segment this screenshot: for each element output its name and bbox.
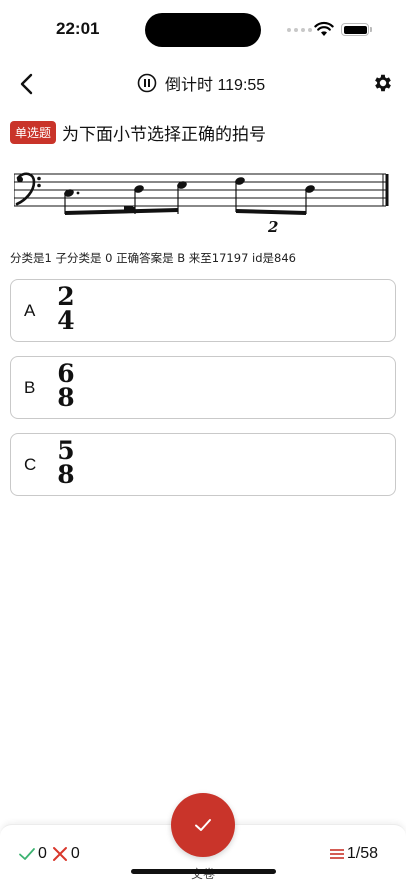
countdown-timer[interactable]: 倒计时 119:55 (137, 71, 265, 95)
ts-denominator: 8 (57, 383, 75, 412)
music-staff: 2 (14, 172, 389, 236)
status-bar: 22:01 (0, 0, 406, 58)
signal-icon (287, 28, 312, 32)
question-header: 单选题 为下面小节选择正确的拍号 (10, 120, 266, 145)
time-signature: 6 8 (53, 361, 79, 412)
nav-bar: 倒计时 119:55 (0, 66, 406, 102)
time-signature: 5 8 (53, 438, 79, 489)
correct-count: 0 (38, 845, 47, 862)
wrong-count: 0 (70, 845, 80, 862)
ts-denominator: 4 (57, 306, 75, 335)
time-signature: 2 4 (53, 284, 79, 335)
ts-denominator: 8 (57, 460, 75, 489)
option-a[interactable]: A 2 4 (10, 279, 396, 342)
option-c[interactable]: C 5 8 (10, 433, 396, 496)
option-letter: C (24, 454, 37, 474)
pause-icon[interactable] (137, 73, 157, 93)
list-icon (329, 849, 344, 859)
progress-label: 1/58 (346, 845, 378, 862)
status-time: 22:01 (56, 19, 100, 38)
back-chevron-icon[interactable] (14, 70, 42, 98)
question-type-badge: 单选题 (10, 121, 57, 144)
question-list-button[interactable]: 1/58 (329, 845, 378, 863)
dynamic-island (145, 13, 261, 47)
battery-icon (341, 23, 372, 36)
bass-clef-icon (15, 172, 41, 206)
home-indicator (131, 869, 276, 874)
check-icon (195, 819, 211, 831)
tuplet-number: 2 (267, 218, 278, 236)
check-icon (19, 848, 35, 860)
wifi-icon (314, 21, 334, 36)
gear-icon[interactable] (372, 72, 394, 94)
timer-label: 倒计时 119:55 (165, 77, 266, 94)
answer-info: 分类是1 子分类是 0 正确答案是 B 来至17197 id是846 (10, 251, 296, 265)
submit-button[interactable] (171, 793, 235, 857)
note-group-1 (64, 181, 187, 215)
score-summary: 0 0 (18, 845, 80, 863)
option-letter: B (24, 377, 36, 397)
option-b[interactable]: B 6 8 (10, 356, 396, 419)
question-text: 为下面小节选择正确的拍号 (62, 125, 267, 145)
cross-icon (52, 847, 67, 861)
option-letter: A (24, 300, 36, 320)
